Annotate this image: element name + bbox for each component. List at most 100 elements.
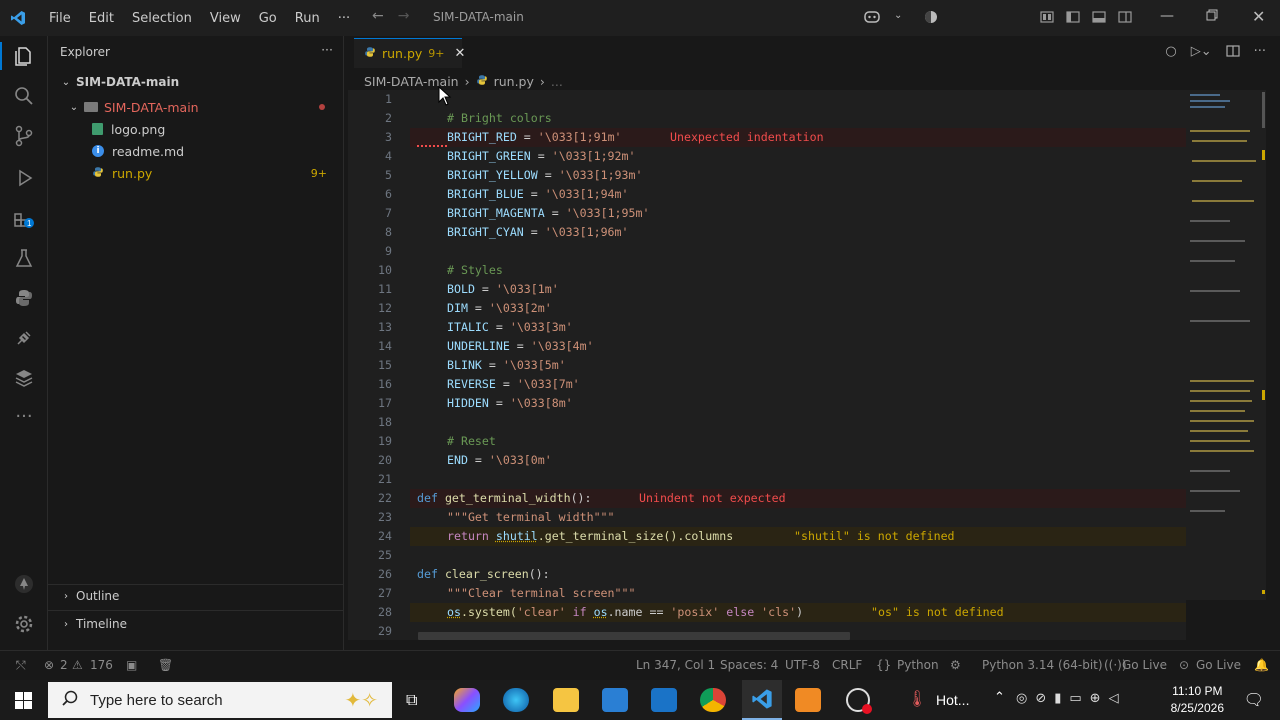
run-debug-icon[interactable] — [10, 164, 38, 192]
settings-gear-icon[interactable] — [10, 610, 38, 638]
editor-tabs: run.py 9+ ✕ ○ ▷⌄ ··· — [348, 36, 1280, 71]
encoding[interactable]: UTF-8 — [785, 658, 820, 672]
menu-view[interactable]: View — [201, 11, 250, 26]
timeline-section[interactable]: › Timeline — [48, 613, 343, 635]
system-clock[interactable]: 11:10 PM 8/25/2026 — [1171, 683, 1224, 717]
testing-flask-icon[interactable] — [10, 244, 38, 272]
error-icon[interactable]: ⊗ — [44, 658, 54, 672]
close-tab-icon[interactable]: ✕ — [455, 46, 466, 61]
warning-count[interactable]: 176 — [90, 658, 113, 672]
error-count[interactable]: 2 — [60, 658, 68, 672]
extensions-icon[interactable]: 1 — [10, 204, 38, 232]
edge-browser-icon[interactable] — [503, 688, 529, 712]
notification-center-icon[interactable]: 🗨 — [1244, 690, 1264, 709]
toggle-secondary-sidebar-icon[interactable] — [1118, 10, 1132, 28]
workspace-root[interactable]: ⌄ SIM-DATA-main — [48, 71, 343, 93]
tray-chevron-up-icon[interactable]: ⌃ — [994, 690, 1005, 705]
source-control-icon[interactable] — [10, 122, 38, 150]
horizontal-scrollbar[interactable] — [418, 632, 850, 640]
restore-icon[interactable] — [1206, 9, 1218, 25]
ports-icon[interactable]: ▣ — [126, 658, 137, 672]
tray-icons[interactable]: ◎⊘▮▭⊕◁ — [1016, 691, 1127, 706]
menu-go[interactable]: Go — [250, 11, 286, 26]
language-mode[interactable]: Python — [897, 658, 939, 672]
explorer-header: Explorer — [60, 45, 110, 59]
file-explorer-icon[interactable] — [553, 688, 579, 712]
remote-icon[interactable]: ⤲ — [16, 658, 26, 673]
go-live-button-2[interactable]: Go Live — [1196, 658, 1241, 672]
notifications-bell-icon[interactable]: 🔔 — [1254, 658, 1269, 672]
remote-plug-icon[interactable] — [10, 324, 38, 352]
more-icon[interactable]: ··· — [10, 402, 38, 430]
split-editor-icon[interactable] — [1225, 44, 1240, 62]
go-live-button[interactable]: Go Live — [1122, 658, 1167, 672]
task-view-icon[interactable]: ⧉ — [406, 690, 417, 710]
explorer-files-icon[interactable] — [10, 42, 38, 70]
folder-icon — [84, 102, 98, 112]
chrome-icon[interactable] — [700, 688, 726, 712]
warning-message: "os" is not defined — [871, 605, 1004, 619]
vscode-taskbar-icon[interactable] — [742, 680, 782, 720]
more-actions-icon[interactable]: ··· — [1254, 44, 1266, 62]
line-number: 6 — [385, 187, 392, 201]
toggle-panel-icon[interactable] — [1092, 10, 1106, 28]
taskbar-search-box[interactable]: Type here to search ✦✧ — [48, 682, 392, 718]
cursor-position[interactable]: Ln 347, Col 1 — [636, 658, 715, 672]
weather-label[interactable]: Hot... — [936, 692, 969, 708]
menu-file[interactable]: File — [40, 11, 80, 26]
menu-selection[interactable]: Selection — [123, 11, 201, 26]
file-item-logo[interactable]: logo.png — [48, 118, 343, 140]
close-icon[interactable]: ✕ — [1252, 7, 1265, 26]
chevron-down-icon: ⌄ — [61, 76, 71, 88]
more-actions-icon[interactable]: ··· — [321, 42, 333, 57]
layers-icon[interactable] — [10, 364, 38, 392]
trash-icon[interactable]: 🗑 — [158, 658, 173, 672]
file-item-readme[interactable]: i readme.md — [48, 140, 343, 162]
window-title[interactable]: SIM-DATA-main — [433, 10, 524, 24]
toggle-layout-icon[interactable] — [1040, 10, 1054, 28]
forward-arrow-icon[interactable]: → — [398, 8, 410, 24]
line-number: 7 — [385, 206, 392, 220]
run-file-icon[interactable]: ▷⌄ — [1191, 44, 1212, 62]
error-message: Unexpected indentation — [670, 130, 824, 144]
breadcrumb-file[interactable]: run.py — [494, 74, 534, 89]
warning-icon[interactable]: ⚠ — [72, 658, 83, 672]
search-icon[interactable] — [10, 82, 38, 110]
copilot-app-icon[interactable] — [454, 688, 480, 712]
gear-icon[interactable]: ⚙ — [950, 658, 961, 672]
weather-thermometer-icon[interactable]: 🌡 — [907, 689, 927, 708]
back-arrow-icon[interactable]: ← — [372, 8, 384, 24]
minimize-icon[interactable]: — — [1160, 8, 1174, 24]
chevron-down-icon: ⌄ — [69, 101, 79, 113]
media-player-icon[interactable] — [795, 688, 821, 712]
account-globe-icon[interactable] — [924, 10, 938, 28]
braces-icon: {} — [876, 658, 892, 672]
file-item-run[interactable]: run.py 9+ — [48, 162, 343, 184]
code-editor[interactable]: 1 2 3 4 5 6 7 8 9 10 11 12 13 14 15 16 1… — [348, 90, 1186, 640]
indentation[interactable]: Spaces: 4 — [720, 658, 778, 672]
breadcrumb-more[interactable]: ... — [551, 74, 563, 89]
code-line: REVERSE = '\033[7m' — [447, 377, 580, 391]
menu-more[interactable]: ··· — [329, 11, 359, 26]
outline-section[interactable]: › Outline — [48, 585, 343, 607]
tab-run-py[interactable]: run.py 9+ ✕ — [354, 38, 465, 68]
python-icon[interactable] — [10, 284, 38, 312]
windows-start-icon[interactable] — [15, 692, 32, 713]
line-ending[interactable]: CRLF — [832, 658, 862, 672]
account-icon[interactable] — [10, 570, 38, 598]
minimap[interactable] — [1186, 90, 1266, 600]
code-line: BRIGHT_RED = '\033[1;91m' — [447, 130, 622, 144]
python-interpreter[interactable]: Python 3.14 (64-bit) — [982, 658, 1103, 672]
toggle-sidebar-icon[interactable] — [1066, 10, 1080, 28]
copilot-icon[interactable] — [864, 10, 880, 28]
recording-app-icon[interactable] — [846, 688, 872, 714]
line-number: 11 — [378, 282, 392, 296]
folder-item[interactable]: ⌄ SIM-DATA-main — [48, 96, 343, 118]
store-icon[interactable] — [602, 688, 628, 712]
code-line: """Get terminal width""" — [447, 510, 615, 524]
mail-icon[interactable] — [651, 688, 677, 712]
menu-run[interactable]: Run — [286, 11, 329, 26]
chevron-down-icon[interactable]: ⌄ — [894, 10, 902, 21]
circle-icon[interactable]: ○ — [1165, 44, 1176, 62]
menu-edit[interactable]: Edit — [80, 11, 123, 26]
